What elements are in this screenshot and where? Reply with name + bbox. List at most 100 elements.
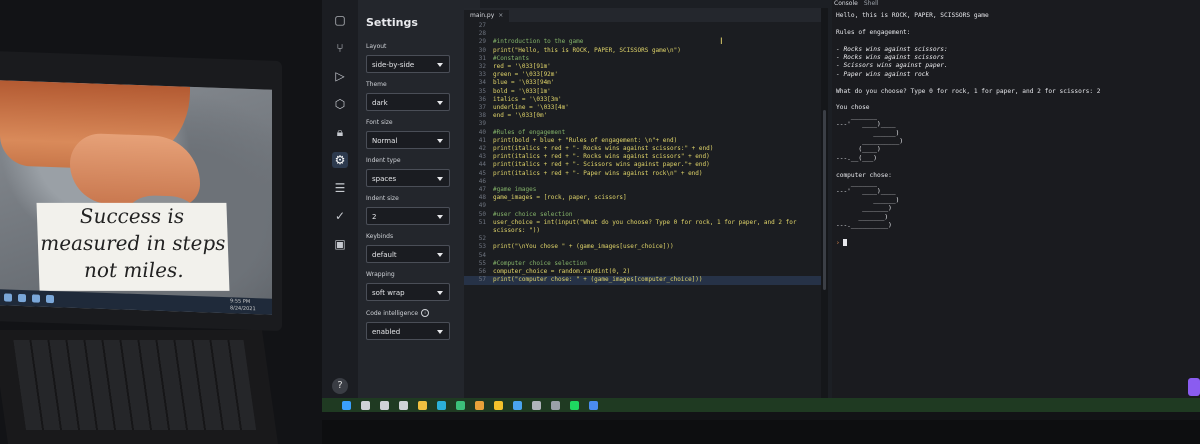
files-icon[interactable]: ▢ [332, 12, 348, 28]
code-line[interactable]: 49 [464, 202, 828, 210]
keybinds-select[interactable]: default [366, 245, 450, 263]
indent-type-select[interactable]: spaces [366, 169, 450, 187]
settings-icon[interactable] [551, 400, 560, 410]
debugger-icon[interactable]: ▷ [332, 68, 348, 84]
code-line[interactable]: 56 computer_choice = random.randint(0, 2) [464, 268, 828, 276]
database-icon[interactable]: ☰ [332, 180, 348, 196]
code-line[interactable]: 52 [464, 235, 828, 243]
code-line[interactable]: 45 print(italics + red + "- Paper wins ag… [464, 170, 828, 178]
code-line[interactable]: 50 #user choice selection [464, 211, 828, 219]
code-line[interactable]: 36 italics = '\033[3m' [464, 96, 828, 104]
console-line: ---' ____)____ [836, 188, 896, 196]
explorer-icon[interactable] [418, 400, 427, 410]
code-line[interactable]: 41 print(bold + blue + "Rules of engageme… [464, 137, 828, 145]
code-line[interactable]: 29 #introduction to the game [464, 38, 828, 46]
code-editor[interactable]: main.py × 27 28 29 #introduction to the gam… [464, 8, 828, 400]
search-icon[interactable] [361, 400, 370, 410]
laptop-app-icon[interactable] [46, 294, 54, 304]
code-line[interactable]: 38 end = '\033[0m' [464, 112, 828, 120]
code-line[interactable]: 32 red = '\033[91m' [464, 63, 828, 71]
chat-button[interactable] [1188, 378, 1200, 396]
tab-console[interactable]: Console [834, 0, 858, 8]
editor-scrollbar[interactable] [823, 110, 826, 290]
code-area[interactable]: 27 28 29 #introduction to the game 30 print("… [464, 22, 828, 285]
laptop-start-icon[interactable] [4, 293, 12, 302]
photos-icon[interactable] [532, 400, 541, 410]
line-number: 40 [478, 128, 486, 136]
help-button[interactable]: ? [332, 378, 348, 394]
code-line[interactable]: 48 game_images = [rock, paper, scissors] [464, 194, 828, 202]
tab-main-py[interactable]: main.py × [464, 10, 510, 22]
code-line[interactable]: 28 [464, 30, 828, 38]
info-icon[interactable]: i [421, 309, 430, 317]
laptop-app-icon[interactable] [18, 293, 26, 303]
editor-tabbar: main.py × [464, 8, 828, 22]
start-icon[interactable] [342, 400, 351, 410]
code-line[interactable]: 34 blue = '\033[94m' [464, 79, 828, 87]
unit-tests-icon[interactable]: ▣ [332, 236, 348, 252]
console-line: What do you choose? Type 0 for rock, 1 f… [836, 87, 1101, 95]
code-line[interactable]: scissors: ")) [464, 227, 828, 235]
console-line: ______) [836, 129, 900, 137]
chrome-icon[interactable] [494, 400, 503, 410]
wrapping-select[interactable]: soft wrap [366, 283, 450, 301]
code-line[interactable]: 39 [464, 120, 828, 128]
code-line[interactable]: 35 bold = '\033[1m' [464, 88, 828, 96]
phone-icon[interactable] [513, 400, 522, 410]
git-branch-icon[interactable]: ⑂ [332, 40, 348, 56]
font-size-select[interactable]: Normal [366, 131, 450, 149]
line-number [464, 227, 493, 235]
code-line[interactable]: 46 [464, 178, 828, 186]
indent-size-select[interactable]: 2 [366, 207, 450, 225]
console-pane: Console Shell Hello, this is ROCK, PAPER… [832, 0, 1200, 400]
code-line[interactable]: 42 print(italics + red + "- Rocks wins ag… [464, 145, 828, 153]
code-line[interactable]: 43 print(italics + red + "- Rocks wins ag… [464, 153, 828, 161]
laptop-app-icon[interactable] [32, 294, 40, 303]
code-line[interactable]: 40 #Rules of engagement [464, 129, 828, 137]
console-line: - Scissors wins against paper. [836, 62, 948, 70]
task-view-icon[interactable] [399, 400, 408, 410]
code-intelligence-select[interactable]: enabled [366, 322, 450, 340]
code-line[interactable]: 55 #Computer choice selection [464, 260, 828, 268]
layout-select[interactable]: side-by-side [366, 55, 450, 73]
code-line[interactable]: 33 green = '\033[92m' [464, 71, 828, 79]
code-text: print(italics + red + "- Paper wins agai… [493, 169, 703, 177]
console-line: Hello, this is ROCK, PAPER, SCISSORS gam… [836, 12, 989, 19]
console-line: ---.__________) [836, 222, 892, 230]
edge-beta-icon[interactable] [456, 400, 465, 410]
line-number: 55 [478, 259, 486, 267]
code-line[interactable]: 30 print("Hello, this is ROCK, PAPER, SCI… [464, 47, 828, 55]
code-line[interactable]: 31 #Constants [464, 55, 828, 63]
theme-select[interactable]: dark [366, 93, 450, 111]
settings-panel: Settings Layout side-by-side Theme dark … [358, 0, 480, 400]
code-line[interactable]: 37 underline = '\033[4m' [464, 104, 828, 112]
monitor-bezel [322, 420, 1200, 444]
code-text: scissors: ")) [493, 227, 540, 235]
edge-icon[interactable] [437, 400, 446, 410]
close-icon[interactable]: × [498, 10, 503, 22]
code-line[interactable]: 54 [464, 252, 828, 260]
code-text: #Computer choice selection [493, 259, 587, 267]
code-line[interactable]: 44 print(italics + red + "- Scissors wins… [464, 161, 828, 169]
tab-shell[interactable]: Shell [864, 0, 879, 8]
setting-code-intelligence: Code intelligence i enabled [366, 309, 472, 340]
code-text: #introduction to the game [493, 38, 584, 46]
code-line[interactable]: 27 [464, 22, 828, 30]
console-output[interactable]: Hello, this is ROCK, PAPER, SCISSORS gam… [832, 8, 1200, 248]
settings-icon[interactable]: ⚙ [332, 152, 348, 168]
spotify-icon[interactable] [570, 400, 579, 410]
packages-icon[interactable]: ⬡ [332, 96, 348, 112]
check-icon[interactable]: ✓ [332, 208, 348, 224]
cortana-icon[interactable] [380, 400, 389, 410]
lock-icon[interactable]: 🔒︎ [332, 124, 348, 140]
code-line[interactable]: 51 user_choice = int(input("What do you c… [464, 219, 828, 227]
store-icon[interactable] [589, 400, 598, 410]
app-icon[interactable] [475, 400, 484, 410]
code-line[interactable]: 47 #game images [464, 186, 828, 194]
console-prompt[interactable]: › [836, 238, 1196, 248]
line-number: 56 [478, 268, 486, 276]
code-line[interactable]: 57 print("computer chose: " + (game_image… [464, 276, 828, 285]
quote-line: Success is [79, 203, 185, 228]
code-line[interactable]: 53 print("\nYou chose " + (game_images[us… [464, 243, 828, 251]
